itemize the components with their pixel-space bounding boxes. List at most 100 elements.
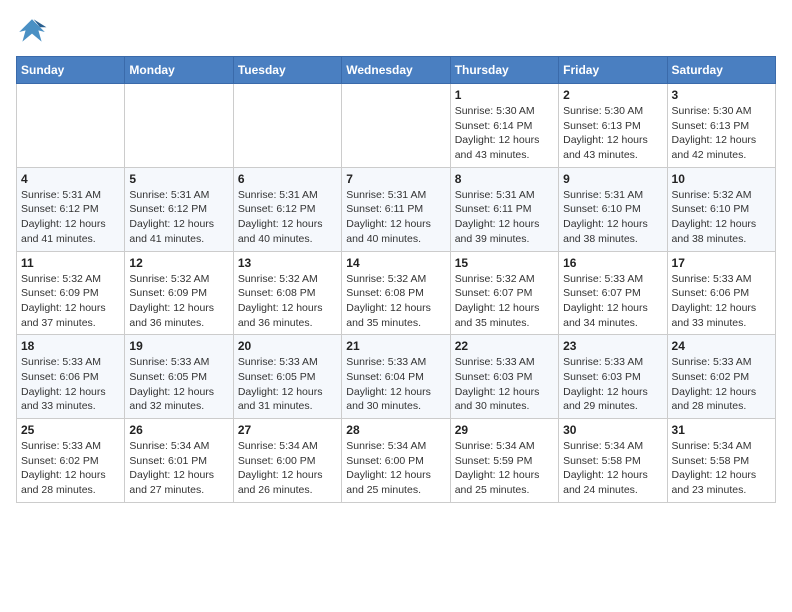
day-info: Sunrise: 5:30 AM Sunset: 6:14 PM Dayligh… xyxy=(455,104,554,163)
day-info: Sunrise: 5:33 AM Sunset: 6:03 PM Dayligh… xyxy=(455,355,554,414)
day-number: 4 xyxy=(21,172,120,186)
calendar-cell: 29Sunrise: 5:34 AM Sunset: 5:59 PM Dayli… xyxy=(450,419,558,503)
calendar-cell: 6 Sunrise: 5:31 AM Sunset: 6:12 PM Daylig… xyxy=(233,167,341,251)
day-info: Sunrise: 5:33 AM Sunset: 6:04 PM Dayligh… xyxy=(346,355,445,414)
calendar-cell: 19 Sunrise: 5:33 AM Sunset: 6:05 PM Dayli… xyxy=(125,335,233,419)
calendar-cell: 28 Sunrise: 5:34 AM Sunset: 6:00 PM Dayli… xyxy=(342,419,450,503)
calendar-cell: 8 Sunrise: 5:31 AM Sunset: 6:11 PM Daylig… xyxy=(450,167,558,251)
calendar-cell: 4Sunrise: 5:31 AM Sunset: 6:12 PM Daylig… xyxy=(17,167,125,251)
calendar-week-2: 4 Sunrise: 5:31 AM Sunset: 6:12 PM Daylig… xyxy=(17,167,776,251)
calendar-week-4: 18Sunrise: 5:33 AM Sunset: 6:06 PM Dayli… xyxy=(17,335,776,419)
calendar-cell: 23Sunrise: 5:33 AM Sunset: 6:03 PM Dayli… xyxy=(559,335,667,419)
calendar-week-3: 11 Sunrise: 5:32 AM Sunset: 6:09 PM Dayli… xyxy=(17,251,776,335)
day-info: Sunrise: 5:33 AM Sunset: 6:06 PM Dayligh… xyxy=(21,355,120,414)
calendar-cell: 20 Sunrise: 5:33 AM Sunset: 6:05 PM Dayli… xyxy=(233,335,341,419)
logo-icon xyxy=(16,16,48,48)
day-number: 6 xyxy=(238,172,337,186)
day-number: 21 xyxy=(346,339,445,353)
logo xyxy=(16,16,52,48)
day-number: 10 xyxy=(672,172,771,186)
calendar-cell: 2Sunrise: 5:30 AM Sunset: 6:13 PM Daylig… xyxy=(559,84,667,168)
calendar-cell: 1 Sunrise: 5:30 AM Sunset: 6:14 PM Daylig… xyxy=(450,84,558,168)
calendar-cell xyxy=(17,84,125,168)
day-info: Sunrise: 5:34 AM Sunset: 5:58 PM Dayligh… xyxy=(672,439,771,498)
day-info: Sunrise: 5:32 AM Sunset: 6:07 PM Dayligh… xyxy=(455,272,554,331)
day-info: Sunrise: 5:32 AM Sunset: 6:09 PM Dayligh… xyxy=(129,272,228,331)
day-number: 29 xyxy=(455,423,554,437)
calendar-cell: 13 Sunrise: 5:32 AM Sunset: 6:08 PM Dayli… xyxy=(233,251,341,335)
day-info: Sunrise: 5:32 AM Sunset: 6:10 PM Dayligh… xyxy=(672,188,771,247)
day-number: 1 xyxy=(455,88,554,102)
day-number: 14 xyxy=(346,256,445,270)
calendar-cell: 11Sunrise: 5:32 AM Sunset: 6:09 PM Dayli… xyxy=(17,251,125,335)
day-number: 8 xyxy=(455,172,554,186)
day-info: Sunrise: 5:31 AM Sunset: 6:11 PM Dayligh… xyxy=(455,188,554,247)
day-info: Sunrise: 5:31 AM Sunset: 6:12 PM Dayligh… xyxy=(238,188,337,247)
calendar-cell: 12 Sunrise: 5:32 AM Sunset: 6:09 PM Dayli… xyxy=(125,251,233,335)
calendar-cell: 5Sunrise: 5:31 AM Sunset: 6:12 PM Daylig… xyxy=(125,167,233,251)
day-number: 19 xyxy=(129,339,228,353)
calendar-cell: 9Sunrise: 5:31 AM Sunset: 6:10 PM Daylig… xyxy=(559,167,667,251)
day-number: 28 xyxy=(346,423,445,437)
day-number: 17 xyxy=(672,256,771,270)
day-info: Sunrise: 5:34 AM Sunset: 6:00 PM Dayligh… xyxy=(346,439,445,498)
weekday-header-saturday: Saturday xyxy=(667,57,775,84)
page-header xyxy=(16,16,776,48)
calendar-cell: 10 Sunrise: 5:32 AM Sunset: 6:10 PM Dayli… xyxy=(667,167,775,251)
day-info: Sunrise: 5:34 AM Sunset: 6:00 PM Dayligh… xyxy=(238,439,337,498)
calendar-cell: 31 Sunrise: 5:34 AM Sunset: 5:58 PM Dayli… xyxy=(667,419,775,503)
day-number: 30 xyxy=(563,423,662,437)
day-number: 15 xyxy=(455,256,554,270)
weekday-header-thursday: Thursday xyxy=(450,57,558,84)
calendar-cell: 30 Sunrise: 5:34 AM Sunset: 5:58 PM Dayli… xyxy=(559,419,667,503)
calendar-cell: 25Sunrise: 5:33 AM Sunset: 6:02 PM Dayli… xyxy=(17,419,125,503)
weekday-header-wednesday: Wednesday xyxy=(342,57,450,84)
calendar-cell: 22Sunrise: 5:33 AM Sunset: 6:03 PM Dayli… xyxy=(450,335,558,419)
day-number: 31 xyxy=(672,423,771,437)
calendar-cell: 21 Sunrise: 5:33 AM Sunset: 6:04 PM Dayli… xyxy=(342,335,450,419)
calendar-cell xyxy=(125,84,233,168)
day-info: Sunrise: 5:32 AM Sunset: 6:08 PM Dayligh… xyxy=(238,272,337,331)
day-info: Sunrise: 5:33 AM Sunset: 6:07 PM Dayligh… xyxy=(563,272,662,331)
day-info: Sunrise: 5:33 AM Sunset: 6:05 PM Dayligh… xyxy=(129,355,228,414)
calendar-cell: 26Sunrise: 5:34 AM Sunset: 6:01 PM Dayli… xyxy=(125,419,233,503)
calendar-cell xyxy=(342,84,450,168)
calendar-cell: 16 Sunrise: 5:33 AM Sunset: 6:07 PM Dayli… xyxy=(559,251,667,335)
calendar-cell: 27 Sunrise: 5:34 AM Sunset: 6:00 PM Dayli… xyxy=(233,419,341,503)
calendar-cell: 18Sunrise: 5:33 AM Sunset: 6:06 PM Dayli… xyxy=(17,335,125,419)
calendar-header-row: SundayMondayTuesdayWednesdayThursdayFrid… xyxy=(17,57,776,84)
day-info: Sunrise: 5:33 AM Sunset: 6:02 PM Dayligh… xyxy=(672,355,771,414)
calendar-cell xyxy=(233,84,341,168)
day-number: 16 xyxy=(563,256,662,270)
weekday-header-tuesday: Tuesday xyxy=(233,57,341,84)
day-number: 25 xyxy=(21,423,120,437)
day-number: 24 xyxy=(672,339,771,353)
calendar-cell: 24 Sunrise: 5:33 AM Sunset: 6:02 PM Dayli… xyxy=(667,335,775,419)
day-number: 13 xyxy=(238,256,337,270)
weekday-header-monday: Monday xyxy=(125,57,233,84)
day-info: Sunrise: 5:30 AM Sunset: 6:13 PM Dayligh… xyxy=(672,104,771,163)
day-number: 5 xyxy=(129,172,228,186)
day-number: 27 xyxy=(238,423,337,437)
calendar-cell: 15 Sunrise: 5:32 AM Sunset: 6:07 PM Dayli… xyxy=(450,251,558,335)
weekday-header-friday: Friday xyxy=(559,57,667,84)
calendar-week-1: 1 Sunrise: 5:30 AM Sunset: 6:14 PM Daylig… xyxy=(17,84,776,168)
day-info: Sunrise: 5:34 AM Sunset: 6:01 PM Dayligh… xyxy=(129,439,228,498)
day-number: 11 xyxy=(21,256,120,270)
day-info: Sunrise: 5:33 AM Sunset: 6:05 PM Dayligh… xyxy=(238,355,337,414)
day-info: Sunrise: 5:31 AM Sunset: 6:11 PM Dayligh… xyxy=(346,188,445,247)
calendar-cell: 3 Sunrise: 5:30 AM Sunset: 6:13 PM Daylig… xyxy=(667,84,775,168)
day-info: Sunrise: 5:32 AM Sunset: 6:08 PM Dayligh… xyxy=(346,272,445,331)
day-info: Sunrise: 5:34 AM Sunset: 5:58 PM Dayligh… xyxy=(563,439,662,498)
calendar-table: SundayMondayTuesdayWednesdayThursdayFrid… xyxy=(16,56,776,503)
day-number: 12 xyxy=(129,256,228,270)
day-number: 7 xyxy=(346,172,445,186)
day-number: 9 xyxy=(563,172,662,186)
calendar-cell: 14 Sunrise: 5:32 AM Sunset: 6:08 PM Dayli… xyxy=(342,251,450,335)
day-number: 20 xyxy=(238,339,337,353)
day-number: 23 xyxy=(563,339,662,353)
calendar-week-5: 25Sunrise: 5:33 AM Sunset: 6:02 PM Dayli… xyxy=(17,419,776,503)
day-number: 2 xyxy=(563,88,662,102)
calendar-cell: 7 Sunrise: 5:31 AM Sunset: 6:11 PM Daylig… xyxy=(342,167,450,251)
day-number: 3 xyxy=(672,88,771,102)
